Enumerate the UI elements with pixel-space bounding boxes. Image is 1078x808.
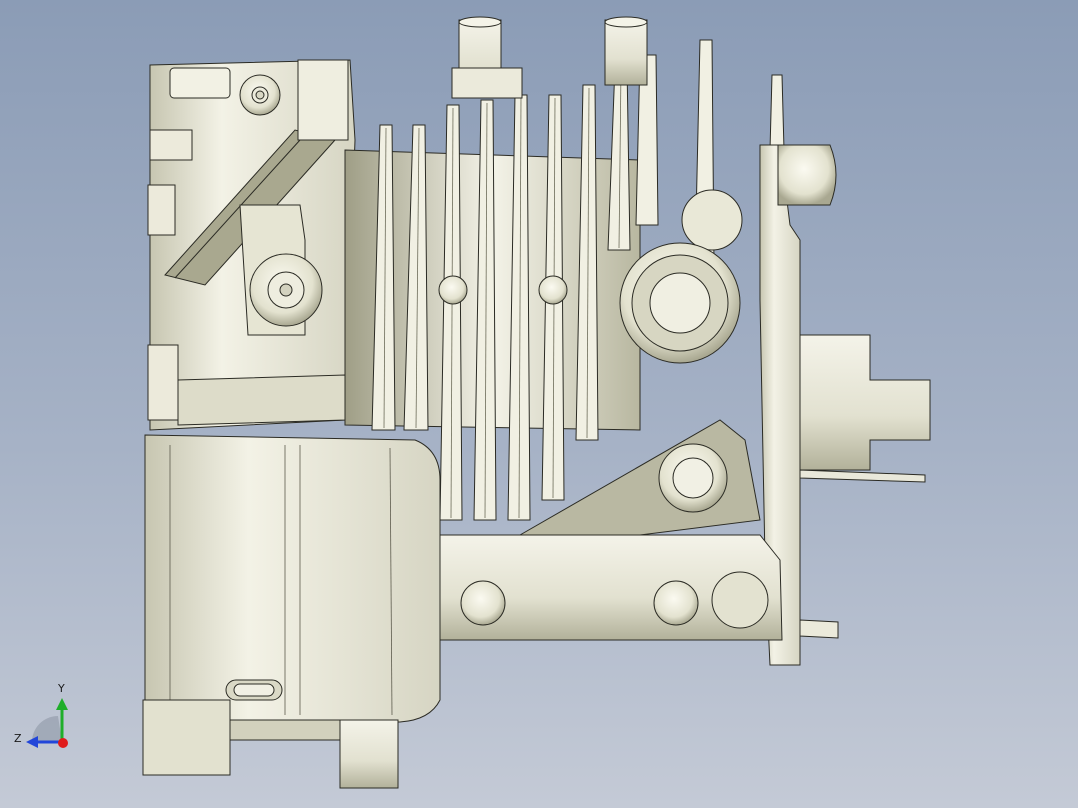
top-post-right <box>604 19 648 86</box>
x-axis-dot-icon <box>58 738 68 748</box>
barrel-hole-left <box>438 275 468 305</box>
barrel-hole-right <box>538 275 568 305</box>
y-arrow-icon <box>56 698 68 710</box>
drain-post <box>339 719 399 789</box>
engine-model[interactable] <box>0 0 1078 808</box>
output-shaft <box>799 334 931 471</box>
z-arrow-icon <box>26 736 38 748</box>
graphics-viewport[interactable]: Y Z <box>0 0 1078 808</box>
axis-triad: Y Z <box>10 682 80 754</box>
z-axis-label: Z <box>14 732 22 745</box>
oil-sump <box>144 434 441 723</box>
y-axis-label: Y <box>58 682 65 695</box>
